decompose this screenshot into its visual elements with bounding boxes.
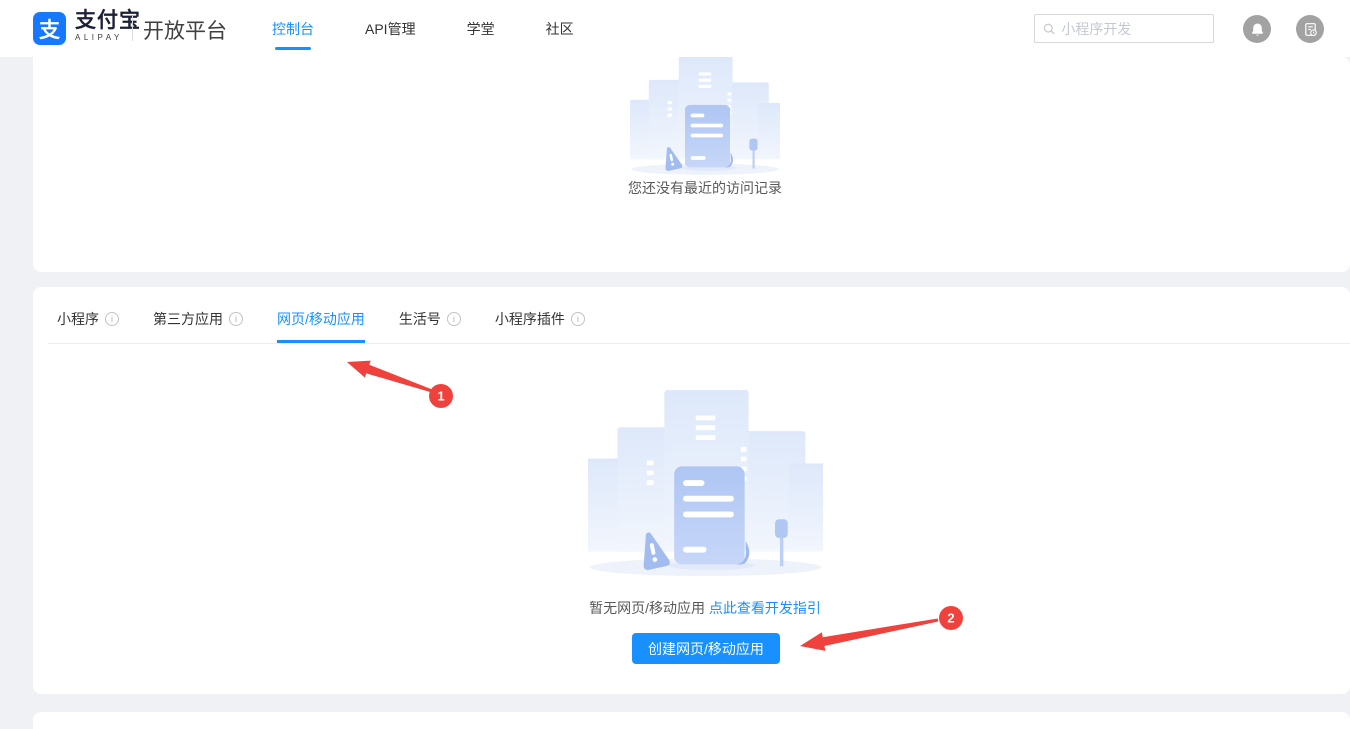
alipay-logo-icon[interactable]: 支 bbox=[33, 12, 66, 45]
next-section-card bbox=[33, 712, 1350, 729]
tab-mini-program-plugin[interactable]: 小程序插件 bbox=[495, 309, 585, 343]
product-title: 开放平台 bbox=[143, 15, 227, 45]
search-input[interactable] bbox=[1061, 21, 1205, 37]
create-web-mobile-app-button[interactable]: 创建网页/移动应用 bbox=[632, 633, 780, 664]
nav-item-community[interactable]: 社区 bbox=[546, 0, 574, 57]
apps-empty-row: 暂无网页/移动应用 点此查看开发指引 bbox=[405, 598, 1005, 618]
nav-item-console[interactable]: 控制台 bbox=[272, 0, 314, 57]
nav-item-academy[interactable]: 学堂 bbox=[467, 0, 495, 57]
tab-label: 小程序 bbox=[57, 309, 99, 329]
top-nav-menu: 控制台 API管理 学堂 社区 bbox=[272, 0, 574, 57]
tab-third-party-app[interactable]: 第三方应用 bbox=[153, 309, 243, 343]
recent-visits-card: 您还没有最近的访问记录 bbox=[33, 57, 1350, 272]
document-history-icon bbox=[1303, 22, 1318, 37]
info-icon[interactable] bbox=[105, 312, 119, 326]
tab-lifestyle-account[interactable]: 生活号 bbox=[399, 309, 461, 343]
info-icon[interactable] bbox=[229, 312, 243, 326]
tab-label: 网页/移动应用 bbox=[277, 309, 365, 329]
global-search-box[interactable] bbox=[1034, 14, 1214, 43]
empty-state-illustration bbox=[588, 390, 823, 581]
tab-label: 生活号 bbox=[399, 309, 441, 329]
applications-card: 小程序 第三方应用 网页/移动应用 生活号 小程序插件 暂无网页/移 bbox=[33, 287, 1350, 694]
work-order-button[interactable] bbox=[1296, 15, 1324, 43]
recent-empty-text: 您还没有最近的访问记录 bbox=[505, 178, 905, 198]
top-navigation-bar: 支 支付宝 ALIPAY 开放平台 控制台 API管理 学堂 社区 bbox=[0, 0, 1350, 57]
apps-empty-text: 暂无网页/移动应用 bbox=[589, 600, 705, 616]
app-type-tabs: 小程序 第三方应用 网页/移动应用 生活号 小程序插件 bbox=[48, 287, 1350, 344]
info-icon[interactable] bbox=[571, 312, 585, 326]
tab-mini-program[interactable]: 小程序 bbox=[57, 309, 119, 343]
search-icon bbox=[1043, 22, 1055, 36]
empty-state-illustration bbox=[630, 56, 780, 178]
info-icon[interactable] bbox=[447, 312, 461, 326]
tab-web-mobile-app[interactable]: 网页/移动应用 bbox=[277, 309, 365, 343]
bell-icon bbox=[1250, 22, 1265, 37]
nav-item-api-management[interactable]: API管理 bbox=[365, 0, 416, 57]
tab-label: 小程序插件 bbox=[495, 309, 565, 329]
dev-guide-link[interactable]: 点此查看开发指引 bbox=[709, 600, 821, 616]
notifications-button[interactable] bbox=[1243, 15, 1271, 43]
alipay-open-platform-page: 支 支付宝 ALIPAY 开放平台 控制台 API管理 学堂 社区 bbox=[0, 0, 1350, 729]
tab-label: 第三方应用 bbox=[153, 309, 223, 329]
brand-divider bbox=[132, 16, 133, 41]
